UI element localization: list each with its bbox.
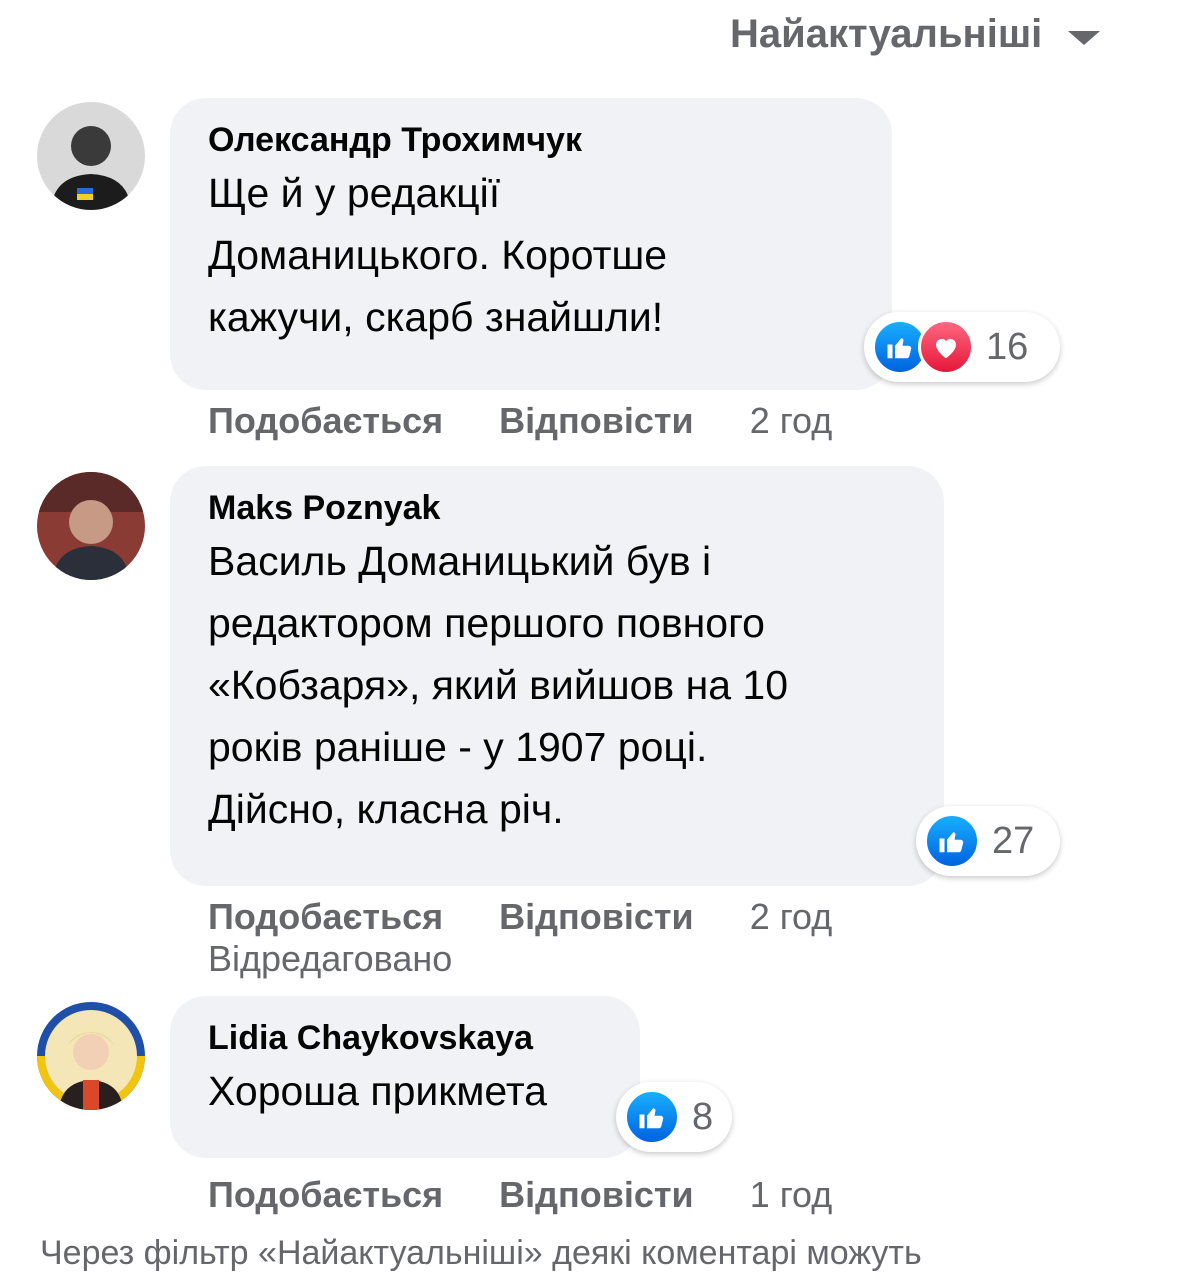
comment-bubble: Maks Poznyak Василь Доманицький був і ре…: [170, 466, 944, 886]
edited-label[interactable]: Відредаговано: [208, 938, 452, 980]
comment-author[interactable]: Олександр Трохимчук: [208, 120, 856, 160]
reaction-count: 8: [692, 1095, 714, 1138]
like-button[interactable]: Подобається: [208, 400, 443, 442]
reaction-count: 16: [986, 325, 1029, 368]
like-button[interactable]: Подобається: [208, 1174, 443, 1216]
comment-actions: Подобається Відповісти 1 год: [208, 1174, 832, 1216]
sort-label: Найактуальніші: [730, 12, 1043, 56]
comment-author[interactable]: Lidia Chaykovskaya: [208, 1018, 604, 1058]
comment-timestamp[interactable]: 2 год: [750, 896, 833, 938]
reaction-summary[interactable]: 16: [864, 312, 1060, 382]
avatar[interactable]: [37, 1002, 145, 1110]
like-icon: [624, 1089, 680, 1145]
comment-actions: Подобається Відповісти 2 год: [208, 400, 832, 442]
comment-text: Василь Доманицький був і редактором перш…: [208, 538, 789, 832]
comment-author[interactable]: Maks Poznyak: [208, 488, 908, 528]
reply-button[interactable]: Відповісти: [499, 896, 694, 938]
avatar[interactable]: [37, 102, 145, 210]
reaction-count: 27: [992, 819, 1035, 862]
comment-actions: Подобається Відповісти 2 год: [208, 896, 832, 938]
comment-bubble: Олександр Трохимчук Ще й у редакції Дома…: [170, 98, 892, 390]
like-icon: [924, 813, 980, 869]
reply-button[interactable]: Відповісти: [499, 1174, 694, 1216]
reaction-summary[interactable]: 27: [916, 806, 1060, 876]
comment-text: Ще й у редакції Доманицького. Коротше ка…: [208, 170, 668, 340]
sort-dropdown[interactable]: Найактуальніші: [730, 12, 1101, 57]
filter-notice: Через фільтр «Найактуальніші» деякі коме…: [40, 1234, 922, 1272]
comment-bubble: Lidia Chaykovskaya Хороша прикмета: [170, 996, 640, 1158]
comment-timestamp[interactable]: 2 год: [750, 400, 833, 442]
love-icon: [918, 319, 974, 375]
comment-timestamp[interactable]: 1 год: [750, 1174, 833, 1216]
reply-button[interactable]: Відповісти: [499, 400, 694, 442]
comment-text: Хороша прикмета: [208, 1068, 547, 1114]
chevron-down-icon: [1068, 30, 1101, 45]
like-button[interactable]: Подобається: [208, 896, 443, 938]
avatar[interactable]: [37, 472, 145, 580]
reaction-summary[interactable]: 8: [616, 1082, 732, 1152]
